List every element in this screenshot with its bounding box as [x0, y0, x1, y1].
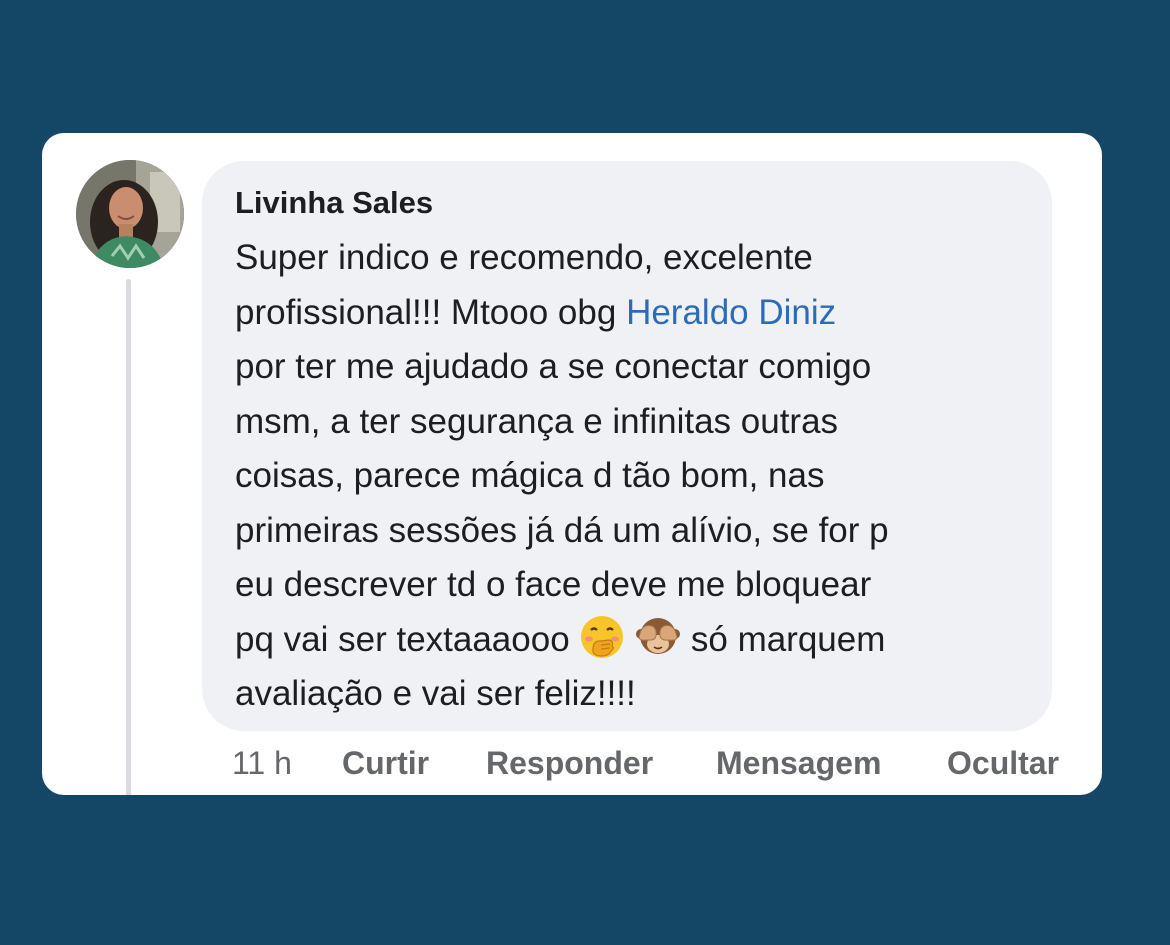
comment-line: avaliação e vai ser feliz!!!! [235, 674, 636, 713]
like-button[interactable]: Curtir [342, 745, 429, 782]
thread-line [126, 279, 131, 795]
comment-card: Livinha Sales Super indico e recomendo, … [42, 133, 1102, 795]
comment-line: Super indico e recomendo, excelente [235, 238, 813, 277]
see-no-evil-monkey-emoji [635, 614, 681, 660]
hand-over-mouth-emoji [579, 614, 625, 660]
comment-line: profissional!!! Mtooo obg Heraldo Diniz [235, 292, 837, 332]
mention-link[interactable]: Heraldo Diniz [626, 293, 836, 332]
timestamp[interactable]: 11 h [232, 745, 292, 782]
comment-line: primeiras sessões já dá um alívio, se fo… [235, 510, 889, 550]
comment-line: pq vai ser textaaaooo só marquem [235, 613, 1035, 668]
hide-button[interactable]: Ocultar [947, 745, 1059, 782]
message-button[interactable]: Mensagem [716, 745, 881, 782]
comment-text: Super indico e recomendo, excelente prof… [235, 231, 1035, 722]
author-name[interactable]: Livinha Sales [235, 185, 433, 221]
avatar[interactable] [76, 160, 184, 268]
comment-line: coisas, parece mágica d tão bom, nas [235, 456, 825, 495]
comment-line: eu descrever td o face deve me bloquear [235, 565, 872, 604]
comment-line: msm, a ter segurança e infinitas outras [235, 401, 839, 441]
reply-button[interactable]: Responder [486, 745, 653, 782]
avatar-image [76, 160, 184, 268]
comment-bubble: Livinha Sales Super indico e recomendo, … [202, 161, 1052, 731]
comment-line: por ter me ajudado a se conectar comigo [235, 347, 872, 386]
